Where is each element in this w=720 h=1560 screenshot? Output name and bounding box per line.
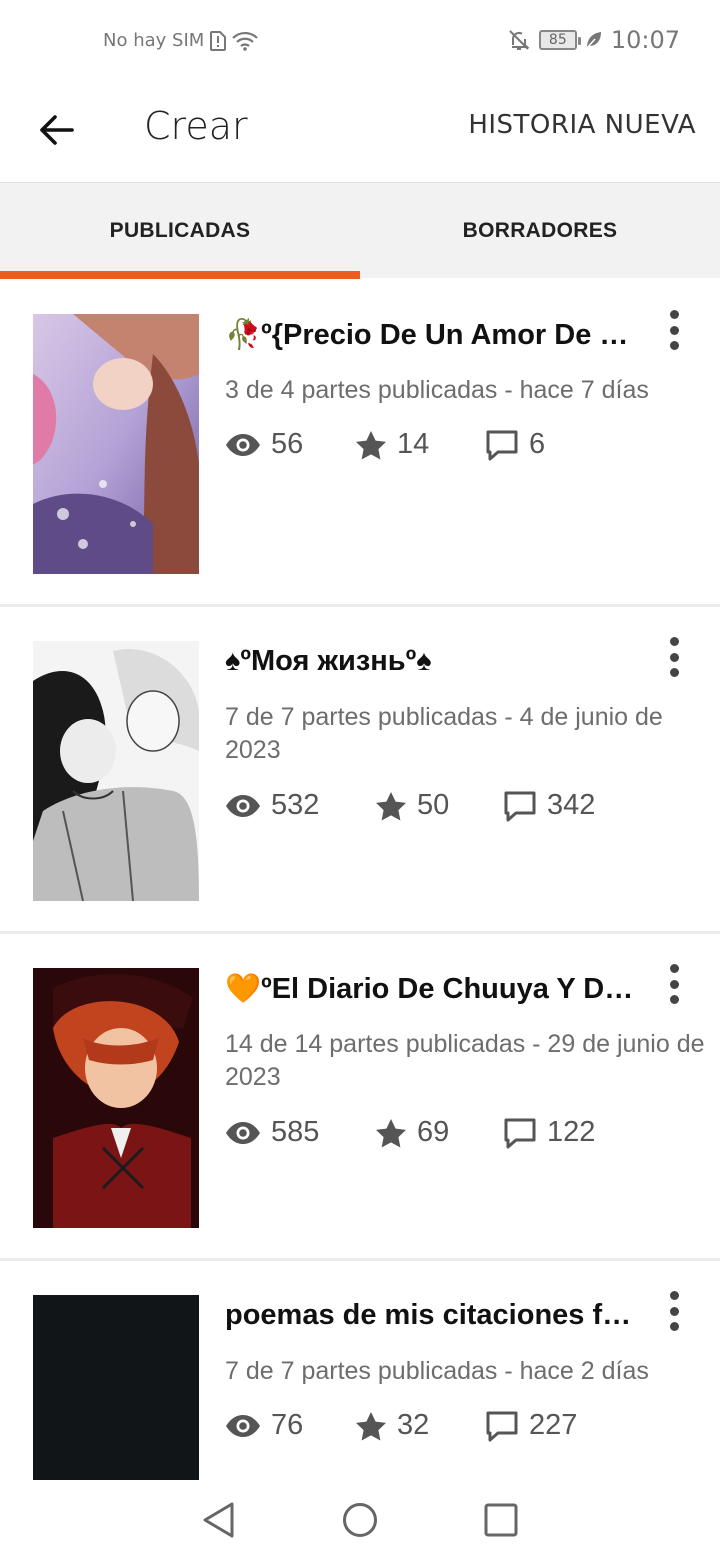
- star-icon: [376, 1118, 406, 1147]
- comment-icon: [486, 430, 518, 460]
- eye-icon: [226, 794, 260, 817]
- status-left: No hay SIM: [103, 30, 259, 51]
- battery-level: 85: [548, 32, 567, 48]
- votes-stat: 50: [375, 789, 503, 822]
- story-card[interactable]: ♠ºМоя жизньº♠ 7 de 7 partes publicadas -…: [0, 607, 720, 931]
- arrow-left-icon: [40, 115, 74, 145]
- story-title[interactable]: 🥀º{Precio De Un Amor De Lobo: [225, 318, 635, 352]
- eye-icon: [226, 1121, 260, 1144]
- votes-stat: 69: [375, 1116, 503, 1149]
- tab-bar: PUBLICADAS BORRADORES: [0, 182, 720, 279]
- votes-stat: 14: [355, 428, 485, 461]
- reads-stat: 532: [225, 789, 375, 822]
- nav-home-button[interactable]: [342, 1502, 378, 1538]
- story-meta: 3 de 4 partes publicadas - hace 7 días: [225, 376, 649, 404]
- comments-stat: 227: [485, 1409, 577, 1442]
- comments-count: 342: [547, 789, 596, 821]
- story-title[interactable]: ♠ºМоя жизньº♠: [225, 645, 635, 678]
- bell-off-icon: [507, 28, 531, 52]
- new-story-button[interactable]: HISTORIA NUEVA: [468, 110, 696, 140]
- story-title[interactable]: poemas de mis citaciones favoritas: [225, 1299, 635, 1332]
- reads-count: 76: [271, 1409, 304, 1441]
- votes-count: 50: [417, 789, 450, 821]
- reads-count: 56: [271, 428, 304, 460]
- comment-icon: [504, 791, 536, 821]
- story-stats: 585 69 122: [225, 1116, 595, 1149]
- story-stats: 76 32 227: [225, 1409, 577, 1442]
- tab-drafts[interactable]: BORRADORES: [360, 183, 720, 279]
- nav-back-button[interactable]: [202, 1502, 236, 1538]
- story-list[interactable]: 🥀º{Precio De Un Amor De Lobo 3 de 4 part…: [0, 280, 720, 1480]
- tab-published[interactable]: PUBLICADAS: [0, 183, 360, 279]
- votes-stat: 32: [355, 1409, 485, 1442]
- story-meta: 7 de 7 partes publicadas - hace 2 días: [225, 1357, 649, 1385]
- battery-icon: 85: [538, 30, 581, 50]
- reads-stat: 76: [225, 1409, 355, 1442]
- story-meta: 7 de 7 partes publicadas - 4 de junio de…: [225, 703, 663, 764]
- app-bar: Crear HISTORIA NUEVA: [0, 84, 720, 182]
- comments-count: 6: [529, 428, 546, 460]
- clock-time: 10:07: [610, 26, 680, 54]
- votes-count: 14: [397, 428, 430, 460]
- comments-stat: 342: [503, 789, 595, 822]
- reads-count: 585: [271, 1116, 320, 1148]
- reads-stat: 56: [225, 428, 355, 461]
- reads-count: 532: [271, 789, 320, 821]
- story-cover[interactable]: [33, 314, 199, 574]
- story-card[interactable]: 🧡ºEl Diario De Chuuya Y Dazai 14 de 14 p…: [0, 934, 720, 1258]
- system-nav-bar: [0, 1480, 720, 1560]
- wifi-icon: [232, 31, 259, 51]
- star-icon: [356, 430, 386, 459]
- page-title: Crear: [144, 104, 248, 148]
- nav-recents-button[interactable]: [484, 1503, 518, 1537]
- star-icon: [356, 1411, 386, 1440]
- comments-stat: 122: [503, 1116, 595, 1149]
- circle-home-icon: [343, 1503, 377, 1537]
- story-stats: 532 50 342: [225, 789, 595, 822]
- story-meta: 14 de 14 partes publicadas - 29 de junio…: [225, 1030, 705, 1091]
- more-options-button[interactable]: [662, 310, 686, 350]
- story-cover[interactable]: [33, 968, 199, 1228]
- more-options-button[interactable]: [662, 1291, 686, 1331]
- story-title[interactable]: 🧡ºEl Diario De Chuuya Y Dazai: [225, 972, 635, 1006]
- carrier-label: No hay SIM: [103, 30, 205, 51]
- screen: No hay SIM 85 10:07 Crear HISTORIA NUEVA: [0, 0, 720, 1560]
- story-cover[interactable]: [33, 1295, 199, 1480]
- story-cover[interactable]: [33, 641, 199, 901]
- eye-icon: [226, 1414, 260, 1437]
- sim-icon: [210, 30, 227, 51]
- triangle-back-icon: [203, 1502, 234, 1538]
- status-bar: No hay SIM 85 10:07: [0, 0, 720, 84]
- back-button[interactable]: [30, 104, 82, 156]
- leaf-icon: [585, 30, 603, 50]
- story-card[interactable]: poemas de mis citaciones favoritas 7 de …: [0, 1261, 720, 1480]
- comments-stat: 6: [485, 428, 545, 461]
- story-card[interactable]: 🥀º{Precio De Un Amor De Lobo 3 de 4 part…: [0, 280, 720, 604]
- comment-icon: [504, 1118, 536, 1148]
- story-stats: 56 14 6: [225, 428, 545, 461]
- star-icon: [376, 791, 406, 820]
- votes-count: 69: [417, 1116, 450, 1148]
- more-options-button[interactable]: [662, 964, 686, 1004]
- square-recents-icon: [484, 1503, 518, 1537]
- votes-count: 32: [397, 1409, 430, 1441]
- comment-icon: [486, 1411, 518, 1441]
- eye-icon: [226, 433, 260, 456]
- reads-stat: 585: [225, 1116, 375, 1149]
- comments-count: 227: [529, 1409, 578, 1441]
- status-right: 85 10:07: [507, 26, 680, 54]
- more-options-button[interactable]: [662, 637, 686, 677]
- comments-count: 122: [547, 1116, 596, 1148]
